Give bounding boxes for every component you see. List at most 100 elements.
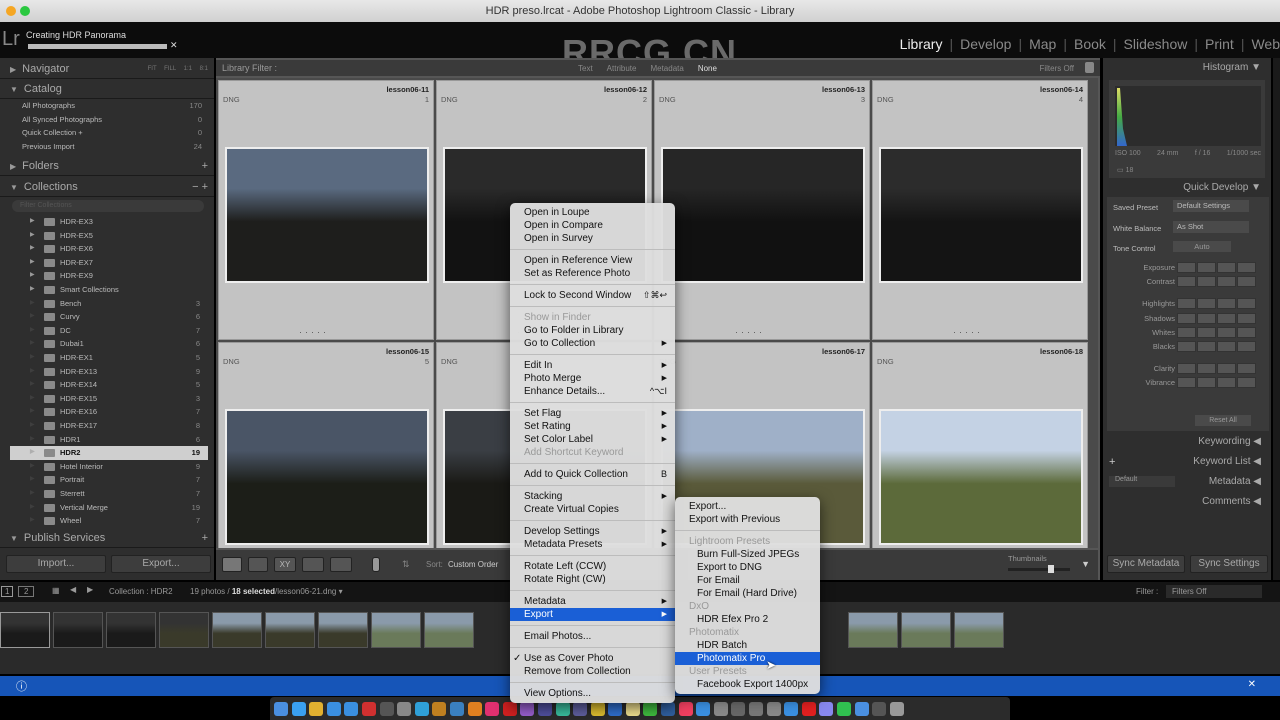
decrease-large-button[interactable] (1177, 363, 1196, 375)
decrease-button[interactable] (1197, 276, 1216, 288)
menu-item-go-to-folder-in-library[interactable]: Go to Folder in Library (510, 324, 675, 337)
increase-button[interactable] (1217, 262, 1236, 273)
collection-item[interactable]: ▶ Portrait 7 (10, 473, 208, 487)
increase-button[interactable] (1217, 312, 1236, 324)
filmstrip-thumbnail[interactable] (106, 612, 156, 648)
grid-cell[interactable]: lesson06-11 DNG 1 ····· (218, 80, 434, 340)
rating-dots[interactable]: ····· (735, 327, 765, 337)
menu-item-remove-from-collection[interactable]: Remove from Collection (510, 665, 675, 678)
comments-header[interactable]: Comments ◀ (1202, 496, 1261, 507)
expand-arrow-icon[interactable]: ▶ (30, 242, 35, 256)
decrease-large-button[interactable] (1177, 377, 1196, 389)
menu-item-hdr-efex-pro-2[interactable]: HDR Efex Pro 2 (675, 613, 820, 626)
collection-item[interactable]: ▶ Sterrett 7 (10, 487, 208, 501)
finder-icon[interactable] (274, 701, 288, 716)
people-view-icon[interactable] (330, 557, 352, 572)
screenflow-icon[interactable] (361, 701, 376, 716)
photo-thumbnail[interactable] (879, 147, 1083, 283)
filemerge-icon[interactable] (397, 701, 412, 716)
preview-icon[interactable] (731, 701, 746, 716)
increase-large-button[interactable] (1237, 262, 1256, 273)
audition-icon[interactable] (555, 701, 570, 716)
filter-attribute[interactable]: Attribute (607, 64, 637, 73)
histogram-header[interactable]: Histogram ▼ (1203, 62, 1261, 73)
navigator-zoom-1:1[interactable]: 1:1 (184, 66, 192, 72)
menu-item-open-in-loupe[interactable]: Open in Loupe (510, 206, 675, 219)
menu-item-metadata-presets[interactable]: Metadata Presets ▶ (510, 538, 675, 551)
expand-arrow-icon[interactable]: ▶ (30, 256, 35, 270)
facetime-icon[interactable] (643, 701, 658, 716)
collection-item[interactable]: ▶ Bench 3 (10, 297, 208, 311)
menu-item-photomatix-pro[interactable]: Photomatix Pro (675, 652, 820, 665)
menu-item-export[interactable]: Export ▶ (510, 608, 675, 621)
collection-item[interactable]: ▶ HDR2 19 (10, 446, 208, 460)
keywording-header[interactable]: Keywording ◀ (1198, 436, 1261, 447)
photoshop-icon[interactable] (414, 701, 429, 716)
menu-item-view-options[interactable]: View Options... (510, 687, 675, 700)
menu-item-open-in-compare[interactable]: Open in Compare (510, 219, 675, 232)
menu-item-burn-full-sized-jpegs[interactable]: Burn Full-Sized JPEGs (675, 548, 820, 561)
survey-view-icon[interactable] (302, 557, 324, 572)
increase-button[interactable] (1217, 363, 1236, 375)
menu-item-set-flag[interactable]: Set Flag ▶ (510, 407, 675, 420)
menu-item-set-rating[interactable]: Set Rating ▶ (510, 420, 675, 433)
navigator-zoom-FIT[interactable]: FIT (148, 66, 157, 72)
pineapple-icon[interactable] (590, 701, 605, 716)
zoom-button[interactable] (20, 6, 30, 16)
filter-preset-select[interactable]: Filters Off (1039, 64, 1074, 73)
launchpad-icon[interactable] (573, 701, 588, 716)
right-panel-scrollbar[interactable] (1273, 58, 1280, 580)
sync-metadata-button[interactable]: Sync Metadata (1107, 555, 1185, 573)
catalog-item[interactable]: All Photographs 170 (22, 99, 206, 113)
catalog-header[interactable]: ▼ Catalog (0, 79, 214, 99)
catalog-item[interactable]: Previous Import 24 (22, 140, 206, 154)
filmstrip-thumbnail[interactable] (159, 612, 209, 648)
decrease-large-button[interactable] (1177, 326, 1196, 338)
itunes-icon[interactable] (678, 701, 693, 716)
filmstrip-thumbnail[interactable] (954, 612, 1004, 648)
module-slideshow[interactable]: Slideshow (1124, 36, 1188, 52)
filter-metadata[interactable]: Metadata (650, 64, 683, 73)
menu-item-go-to-collection[interactable]: Go to Collection ▶ (510, 337, 675, 350)
menu-item-email-photos[interactable]: Email Photos... (510, 630, 675, 643)
collection-item[interactable]: ▶ HDR-EX7 (10, 256, 208, 270)
collection-item[interactable]: ▶ DC 7 (10, 324, 208, 338)
menu-item-export[interactable]: Export... (675, 500, 820, 513)
filmstrip-thumbnail[interactable] (318, 612, 368, 648)
filter-none[interactable]: None (698, 64, 717, 73)
decrease-button[interactable] (1197, 262, 1216, 273)
collection-item[interactable]: ▶ Smart Collections (10, 283, 208, 297)
expand-arrow-icon[interactable]: ▶ (30, 283, 35, 297)
1password-icon[interactable] (608, 701, 623, 716)
photo-thumbnail[interactable] (661, 147, 865, 283)
filmstrip-thumbnail[interactable] (0, 612, 50, 648)
collection-item[interactable]: ▶ Curvy 6 (10, 310, 208, 324)
menu-item-for-email-hard-drive[interactable]: For Email (Hard Drive) (675, 587, 820, 600)
expand-arrow-icon[interactable]: ▶ (30, 269, 35, 283)
menu-item-export-with-previous[interactable]: Export with Previous (675, 513, 820, 526)
decrease-button[interactable] (1197, 377, 1216, 389)
menu-item-set-color-label[interactable]: Set Color Label ▶ (510, 433, 675, 446)
module-develop[interactable]: Develop (960, 36, 1011, 52)
source-indicator[interactable]: Collection : HDR2 (109, 587, 173, 596)
grid-cell[interactable]: lesson06-13 DNG 3 ····· (654, 80, 870, 340)
decrease-button[interactable] (1197, 341, 1216, 352)
photo-thumbnail[interactable] (879, 409, 1083, 545)
export-button[interactable]: Export... (111, 555, 211, 573)
collection-item[interactable]: ▶ HDR-EX5 (10, 229, 208, 243)
rating-dots[interactable]: ····· (299, 327, 329, 337)
menu-item-for-email[interactable]: For Email (675, 574, 820, 587)
collection-item[interactable]: ▶ Vertical Merge 19 (10, 501, 208, 515)
spotify-icon[interactable] (837, 701, 851, 716)
metadata-header[interactable]: Metadata ◀ (1209, 476, 1261, 487)
menu-item-stacking[interactable]: Stacking ▶ (510, 490, 675, 503)
keyword-list-header[interactable]: Keyword List ◀ (1193, 456, 1261, 467)
things-icon[interactable] (344, 701, 359, 716)
increase-button[interactable] (1217, 276, 1236, 288)
decrease-large-button[interactable] (1177, 276, 1196, 288)
second-window-button[interactable]: 2 (18, 586, 35, 597)
sync-settings-button[interactable]: Sync Settings (1190, 555, 1268, 573)
lock-icon[interactable] (1085, 62, 1094, 73)
menu-item-use-as-cover-photo[interactable]: ✓ Use as Cover Photo (510, 652, 675, 665)
menu-item-export-to-dng[interactable]: Export to DNG (675, 561, 820, 574)
